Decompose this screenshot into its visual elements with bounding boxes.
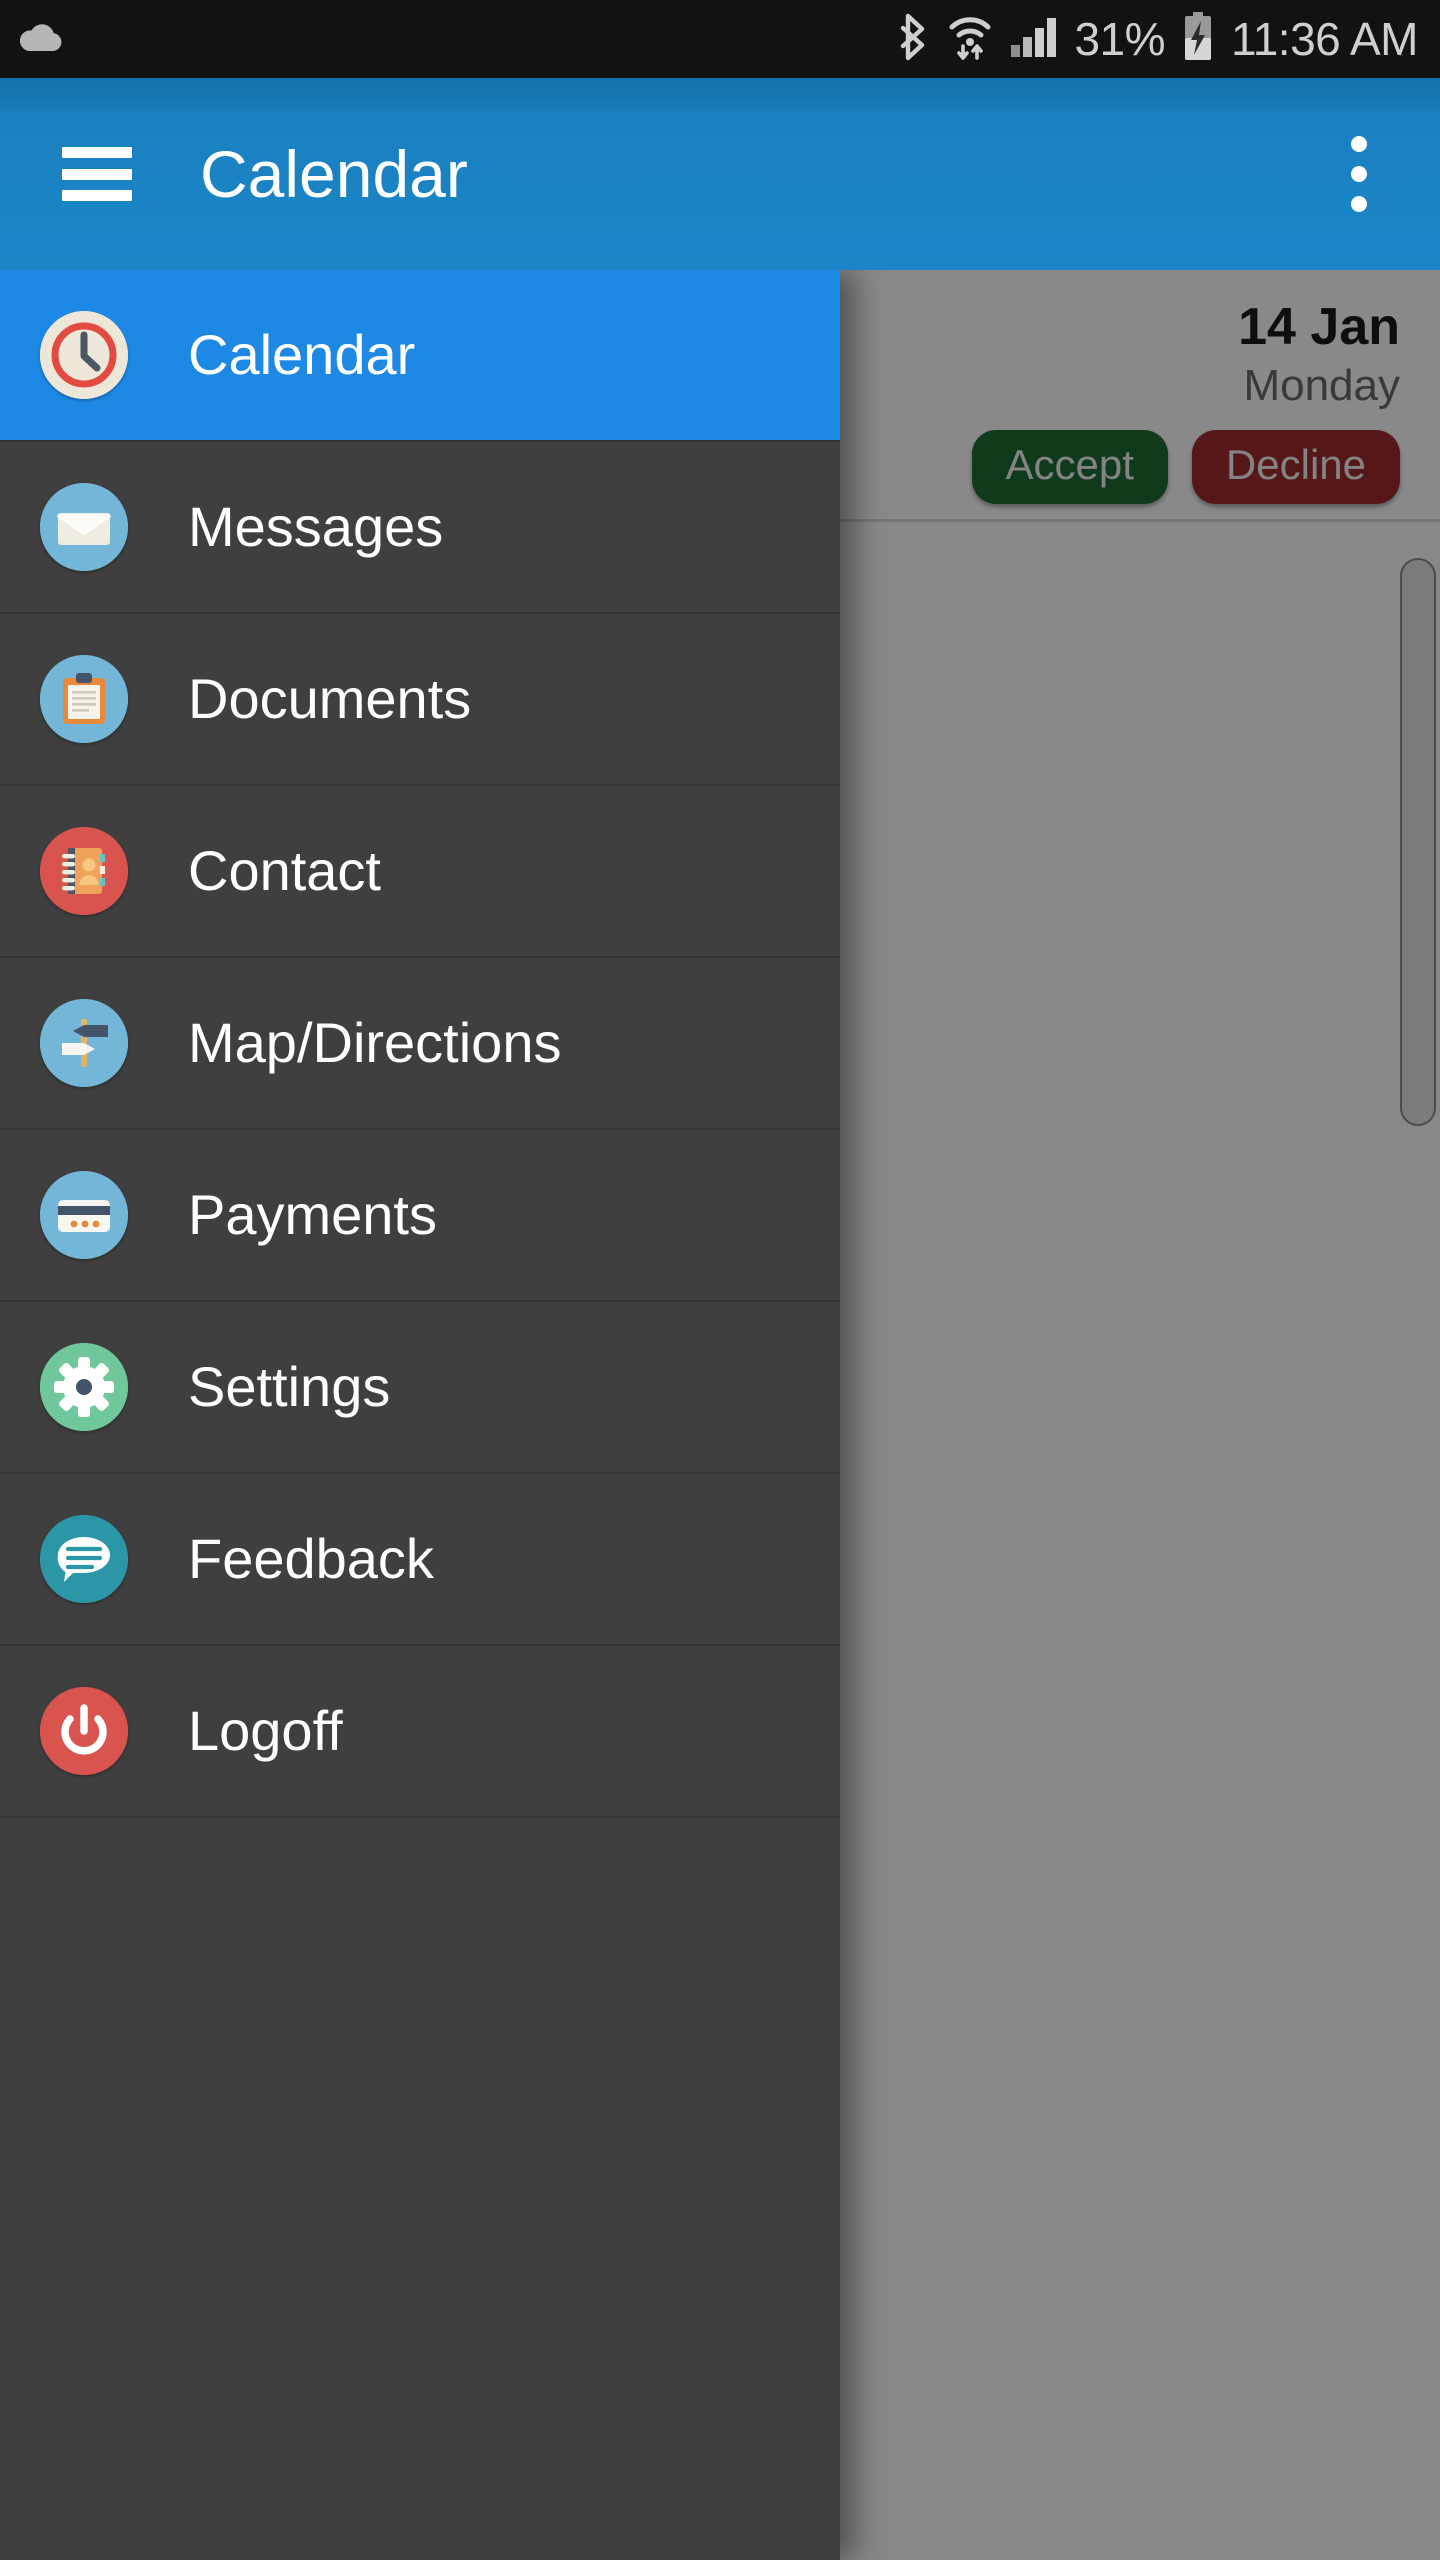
status-bar-right-cluster: 31% 11:36 AM	[897, 11, 1418, 67]
navigation-drawer: Calendar Messages Documents Contact Map/…	[0, 270, 840, 2560]
address-book-icon	[40, 827, 128, 915]
cellular-signal-icon	[1009, 15, 1057, 64]
battery-charging-icon	[1182, 11, 1214, 67]
sidebar-item-contact[interactable]: Contact	[0, 786, 840, 958]
sidebar-item-documents[interactable]: Documents	[0, 614, 840, 786]
sidebar-item-label: Messages	[188, 495, 444, 558]
clock-icon	[40, 311, 128, 399]
clipboard-icon	[40, 655, 128, 743]
status-bar-left-icons	[18, 20, 64, 59]
sidebar-item-label: Logoff	[188, 1699, 343, 1762]
cloud-icon	[18, 20, 64, 59]
speech-bubble-icon	[40, 1515, 128, 1603]
overflow-menu-icon[interactable]	[1324, 119, 1394, 229]
overflow-dot-3	[1351, 196, 1367, 212]
sidebar-item-label: Payments	[188, 1183, 437, 1246]
sidebar-item-map-directions[interactable]: Map/Directions	[0, 958, 840, 1130]
credit-card-icon	[40, 1171, 128, 1259]
hamburger-menu-icon[interactable]	[62, 147, 132, 201]
sidebar-item-label: Map/Directions	[188, 1011, 562, 1074]
sidebar-item-label: Documents	[188, 667, 472, 730]
sidebar-item-messages[interactable]: Messages	[0, 442, 840, 614]
sidebar-item-logoff[interactable]: Logoff	[0, 1646, 840, 1818]
sidebar-item-label: Settings	[188, 1355, 391, 1418]
sidebar-item-label: Contact	[188, 839, 381, 902]
status-bar: 31% 11:36 AM	[0, 0, 1440, 78]
hamburger-bar-1	[62, 147, 132, 158]
hamburger-bar-2	[62, 168, 132, 180]
sidebar-item-feedback[interactable]: Feedback	[0, 1474, 840, 1646]
battery-percent-label: 31%	[1074, 13, 1166, 65]
bluetooth-icon	[897, 13, 931, 66]
sidebar-item-settings[interactable]: Settings	[0, 1302, 840, 1474]
phone-screen: 31% 11:36 AM 14 Jan Monday Accept Declin…	[0, 0, 1440, 2560]
sidebar-item-payments[interactable]: Payments	[0, 1130, 840, 1302]
gear-icon	[40, 1343, 128, 1431]
power-icon	[40, 1687, 128, 1775]
drawer-empty-space	[0, 1818, 840, 2560]
hamburger-bar-3	[62, 190, 132, 201]
sidebar-item-calendar[interactable]: Calendar	[0, 270, 840, 442]
sidebar-item-label: Calendar	[188, 323, 416, 386]
sidebar-item-label: Feedback	[188, 1527, 434, 1590]
overflow-dot-1	[1351, 136, 1367, 152]
app-bar: Calendar	[0, 78, 1440, 270]
envelope-icon	[40, 483, 128, 571]
page-title: Calendar	[200, 137, 468, 211]
wifi-icon	[948, 13, 992, 66]
signpost-icon	[40, 999, 128, 1087]
clock-label: 11:36 AM	[1231, 13, 1418, 65]
overflow-dot-2	[1351, 166, 1367, 182]
